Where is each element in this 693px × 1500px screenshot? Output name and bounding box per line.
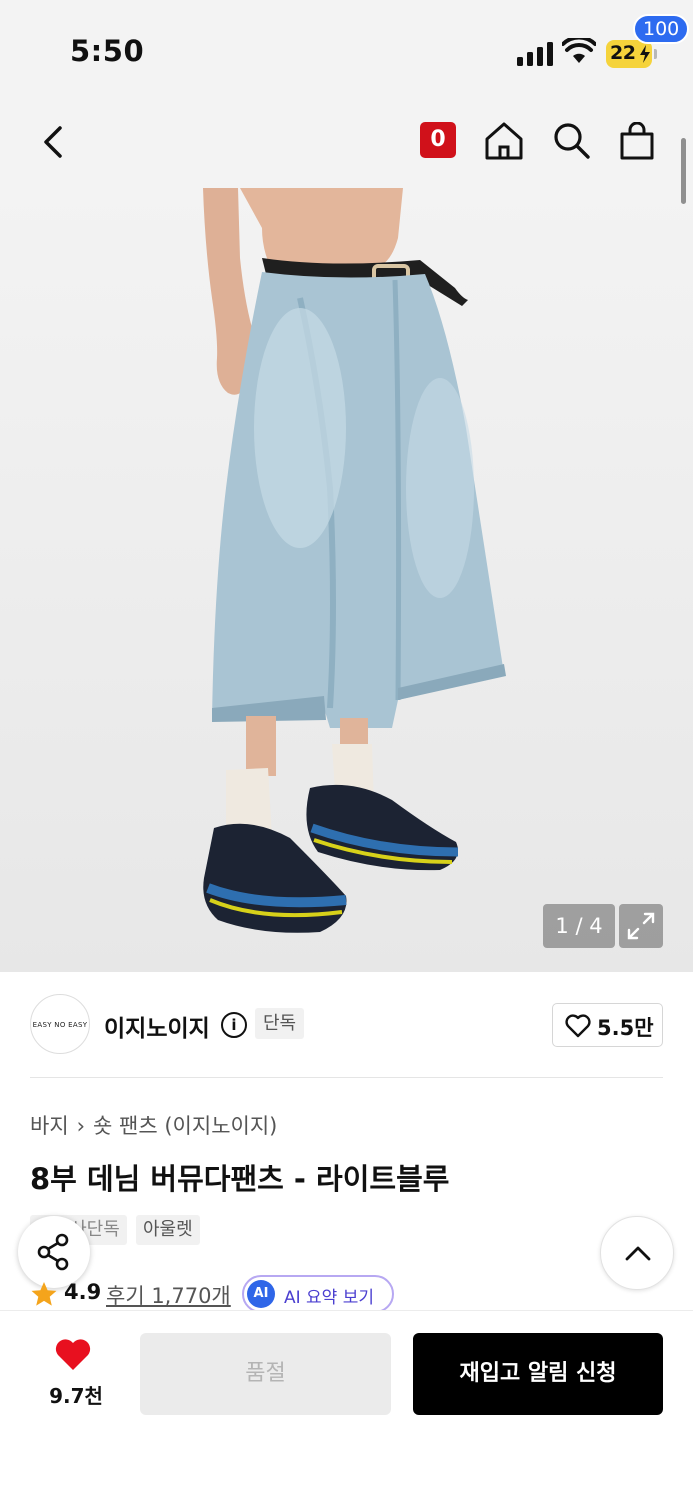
product-photo bbox=[203, 188, 506, 933]
expand-icon bbox=[627, 912, 655, 940]
heart-outline-icon bbox=[565, 1014, 591, 1038]
charging-icon bbox=[640, 45, 650, 63]
back-button[interactable] bbox=[38, 120, 70, 164]
signal-icon bbox=[517, 42, 555, 66]
brand-like-count: 5.5만 bbox=[597, 1016, 654, 1040]
expand-button[interactable] bbox=[619, 904, 663, 948]
shopping-bag-icon[interactable] bbox=[618, 122, 656, 160]
restock-alert-button[interactable]: 재입고 알림 신청 bbox=[413, 1333, 663, 1415]
top-navigation: 0 bbox=[0, 100, 693, 188]
soldout-button: 품절 bbox=[140, 1333, 391, 1415]
breadcrumb-category[interactable]: 바지 bbox=[30, 1114, 69, 1138]
search-icon[interactable] bbox=[551, 120, 591, 160]
tag-outlet: 아울렛 bbox=[136, 1215, 200, 1245]
share-icon bbox=[37, 1233, 69, 1271]
chevron-right-icon: › bbox=[76, 1114, 86, 1138]
like-count: 9.7천 bbox=[49, 1384, 103, 1408]
zero-badge-button[interactable]: 0 bbox=[420, 122, 456, 158]
image-counter: 1 / 4 bbox=[543, 904, 615, 948]
brand-like-button[interactable]: 5.5만 bbox=[552, 1003, 663, 1047]
breadcrumb: 바지 › 숏 팬츠 (이지노이지) bbox=[30, 1110, 277, 1140]
product-image[interactable] bbox=[0, 188, 693, 972]
info-icon[interactable]: i bbox=[221, 1012, 247, 1038]
review-link[interactable]: 후기 1,770개 bbox=[106, 1280, 231, 1310]
status-time: 5:50 bbox=[70, 34, 145, 68]
home-icon[interactable] bbox=[484, 120, 524, 160]
divider bbox=[30, 1077, 663, 1078]
ai-summary-button[interactable]: AI AI 요약 보기 bbox=[242, 1275, 394, 1313]
breadcrumb-subcategory[interactable]: 숏 팬츠 (이지노이지) bbox=[93, 1114, 277, 1138]
share-button[interactable] bbox=[18, 1216, 90, 1288]
star-icon bbox=[31, 1282, 57, 1306]
cart-count-badge: 100 bbox=[633, 14, 690, 44]
chevron-up-icon bbox=[625, 1246, 651, 1261]
status-bar: 5:50 22 bbox=[0, 0, 693, 100]
product-title: 8부 데님 버뮤다팬츠 - 라이트블루 bbox=[30, 1162, 450, 1196]
scroll-top-button[interactable] bbox=[600, 1216, 674, 1290]
wifi-icon bbox=[562, 38, 596, 63]
brand-name[interactable]: 이지노이지 bbox=[104, 1009, 210, 1043]
rating-value: 4.9 bbox=[64, 1280, 102, 1304]
battery-indicator: 22 bbox=[606, 40, 657, 68]
ai-summary-label: AI 요약 보기 bbox=[284, 1288, 375, 1308]
heart-icon[interactable] bbox=[54, 1338, 92, 1372]
ai-icon: AI bbox=[247, 1280, 275, 1308]
scrollbar[interactable] bbox=[681, 138, 686, 204]
battery-level: 22 bbox=[610, 42, 636, 64]
brand-logo[interactable]: EASY NO EASY bbox=[30, 994, 90, 1054]
exclusive-tag: 단독 bbox=[255, 1008, 305, 1039]
